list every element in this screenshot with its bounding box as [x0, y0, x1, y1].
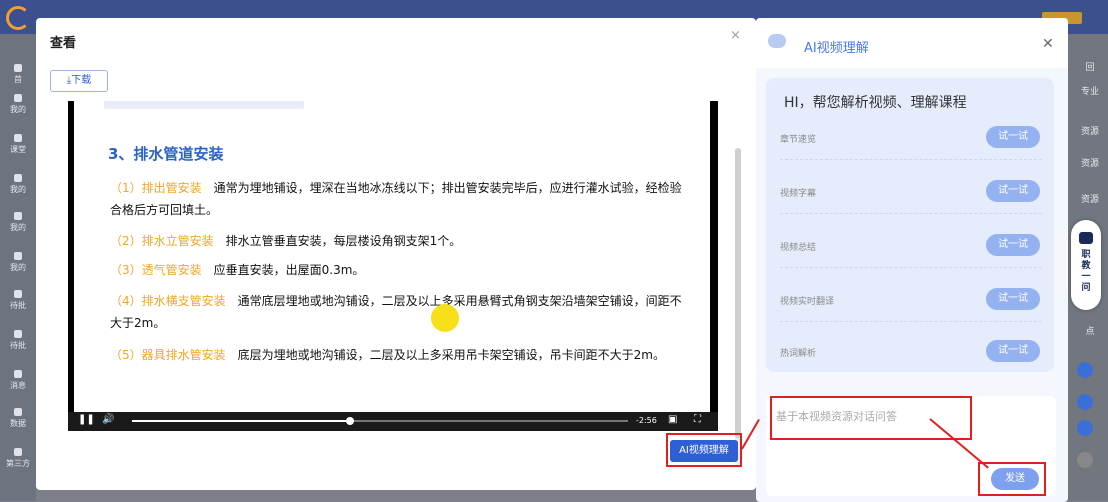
greeting-text: HI，帮您解析视频、理解课程 — [784, 95, 967, 111]
slide-top-banner — [104, 101, 304, 109]
try-button[interactable]: 试一试 — [986, 288, 1040, 310]
sidebar-item[interactable]: 第三方 — [0, 448, 36, 469]
dialog-scrollbar[interactable] — [735, 148, 741, 468]
feature-row-subtitles: 视频字幕 试一试 — [780, 172, 1042, 214]
right-column-item[interactable]: 资源 — [1072, 192, 1108, 205]
help-icon[interactable] — [1077, 420, 1093, 436]
video-frame: 3、排水管道安装 （1）排出管安装 通常为埋地铺设，埋深在当地冰冻线以下；排出管安… — [74, 101, 710, 412]
feature-label: 视频字幕 — [780, 189, 817, 199]
settings-icon[interactable] — [1077, 452, 1093, 468]
video-controls: ❚❚ 🔊 -2:56 ▣ ⛶ — [68, 412, 718, 431]
feature-row-hotwords: 热词解析 试一试 — [780, 332, 1042, 374]
download-button[interactable]: ⤓下载 — [50, 70, 108, 92]
right-column-item[interactable]: 专业 — [1072, 84, 1108, 97]
feature-label: 章节速览 — [780, 135, 817, 145]
sidebar-item[interactable]: 待批 — [0, 290, 36, 311]
robot-icon — [1079, 232, 1093, 244]
app-logo-icon — [6, 6, 30, 30]
try-button[interactable]: 试一试 — [986, 340, 1040, 362]
slide-item: （1）排出管安装 通常为埋地铺设，埋深在当地冰冻线以下；排出管安装完毕后，应进行灌… — [110, 181, 682, 217]
try-button[interactable]: 试一试 — [986, 234, 1040, 256]
pause-icon[interactable]: ❚❚ — [78, 414, 95, 425]
sidebar-item[interactable]: 我的 — [0, 212, 36, 233]
sidebar-item[interactable]: 待批 — [0, 330, 36, 351]
slide-item: （2）排水立管安装 排水立管垂直安装，每层楼设角钢支架1个。 — [110, 234, 462, 248]
dialog-title: 查看 — [50, 36, 77, 51]
dialog-close-icon[interactable]: × — [730, 28, 741, 43]
video-player[interactable]: 3、排水管道安装 （1）排出管安装 通常为埋地铺设，埋深在当地冰冻线以下；排出管安… — [68, 101, 718, 431]
ai-cloud-icon — [768, 34, 786, 48]
refresh-icon[interactable] — [1077, 362, 1093, 378]
slide-heading: 3、排水管道安装 — [108, 145, 224, 163]
try-button[interactable]: 试一试 — [986, 180, 1040, 202]
progress-handle[interactable] — [346, 417, 355, 425]
feature-row-translation: 视频实时翻译 试一试 — [780, 280, 1042, 322]
mouse-cursor-highlight — [431, 304, 459, 332]
scrollbar-thumb[interactable] — [735, 148, 741, 438]
feature-card: HI，帮您解析视频、理解课程 章节速览 试一试 视频字幕 试一试 视频总结 试一… — [766, 78, 1054, 372]
picture-in-picture-icon[interactable]: ▣ — [668, 414, 677, 425]
feature-label: 热词解析 — [780, 349, 817, 359]
assistant-float-widget[interactable]: 职教一问 — [1071, 220, 1101, 310]
fullscreen-icon[interactable]: ⛶ — [694, 414, 701, 425]
right-column-item[interactable]: 资源 — [1072, 156, 1108, 169]
progress-bar[interactable] — [132, 417, 628, 425]
right-column-item[interactable]: 点 — [1072, 324, 1108, 337]
float-widget-label: 职教一问 — [1081, 250, 1091, 293]
sidebar-item[interactable]: 我的 — [0, 94, 36, 115]
app-sidebar: 首 我的 课堂 我的 我的 我的 待批 待批 消息 数据 第三方 — [0, 34, 36, 501]
try-button[interactable]: 试一试 — [986, 126, 1040, 148]
sidebar-item[interactable]: 首 — [0, 64, 36, 85]
right-column-item[interactable]: 资源 — [1072, 124, 1108, 137]
sidebar-item[interactable]: 课堂 — [0, 134, 36, 155]
annotation-box-chat-input — [770, 396, 972, 440]
feature-row-chapter-overview: 章节速览 试一试 — [780, 118, 1042, 160]
slide-item: （3）透气管安装 应垂直安装，出屋面0.3m。 — [110, 263, 365, 277]
volume-icon[interactable]: 🔊 — [102, 414, 114, 425]
feature-label: 视频总结 — [780, 243, 817, 253]
progress-fill — [132, 420, 351, 422]
right-column-item[interactable]: 回 — [1072, 60, 1108, 73]
feature-row-summary: 视频总结 试一试 — [780, 226, 1042, 268]
panel-title: AI视频理解 — [804, 41, 869, 56]
annotation-box-ai-button — [666, 433, 742, 467]
slide-item: （4）排水横支管安装 通常底层埋地或地沟铺设，二层及以上多采用悬臂式角钢支架沿墙架… — [110, 294, 682, 330]
feature-label: 视频实时翻译 — [780, 297, 835, 307]
upload-icon[interactable] — [1077, 394, 1093, 410]
panel-header: AI视频理解 ✕ — [756, 18, 1068, 68]
time-remaining: -2:56 — [636, 416, 657, 425]
sidebar-item[interactable]: 消息 — [0, 370, 36, 391]
slide-item: （5）器具排水管安装 底层为埋地或地沟铺设，二层及以上多采用吊卡架空铺设，吊卡间距… — [110, 348, 665, 362]
sidebar-item[interactable]: 我的 — [0, 174, 36, 195]
panel-close-icon[interactable]: ✕ — [1042, 36, 1054, 52]
sidebar-item[interactable]: 我的 — [0, 252, 36, 273]
sidebar-item[interactable]: 数据 — [0, 408, 36, 429]
